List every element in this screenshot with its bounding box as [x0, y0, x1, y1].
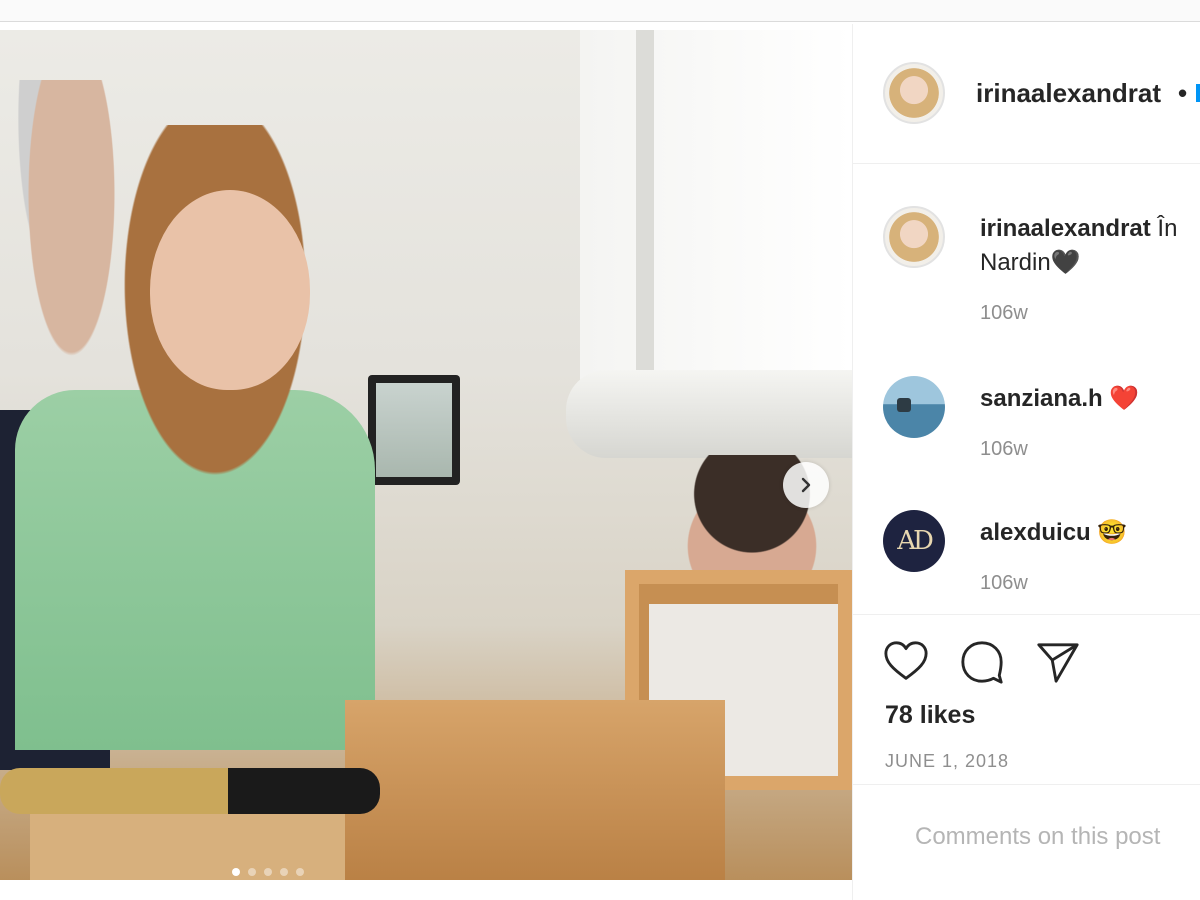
- follow-button[interactable]: [1196, 84, 1200, 102]
- comment-text: sanziana.h ❤️: [980, 382, 1139, 416]
- photo-box-front: [345, 700, 725, 880]
- comment-body: ❤️: [1109, 385, 1140, 412]
- carousel-dot: [296, 868, 304, 876]
- carousel-dot: [264, 868, 272, 876]
- carousel-dot: [232, 868, 240, 876]
- commenter-username[interactable]: alexduicu: [980, 519, 1091, 546]
- photo-window-frame: [636, 30, 654, 390]
- carousel-dot: [248, 868, 256, 876]
- commenter-username[interactable]: sanziana.h: [980, 385, 1103, 412]
- chevron-right-icon: [801, 477, 811, 493]
- comment-time[interactable]: 106w: [980, 438, 1028, 461]
- commenter-avatar[interactable]: [883, 376, 945, 438]
- photo-woman-face: [150, 190, 310, 390]
- author-avatar[interactable]: [883, 62, 945, 124]
- comment-text: irinaalexandrat În Nardin🖤: [980, 212, 1177, 280]
- photo-monitor: [368, 375, 460, 485]
- action-icons: [883, 639, 1081, 685]
- photo-pen: [0, 768, 380, 814]
- commenter-username[interactable]: irinaalexandrat: [980, 215, 1151, 242]
- photo-desk: [30, 810, 360, 880]
- post-date: JUNE 1, 2018: [885, 751, 1010, 771]
- photo-lamp: [566, 370, 852, 458]
- comment-placeholder[interactable]: Comments on this post: [915, 823, 1160, 851]
- comment-time[interactable]: 106w: [980, 302, 1028, 325]
- comment-text: alexduicu 🤓: [980, 516, 1127, 550]
- post-photo[interactable]: [0, 30, 852, 880]
- browser-top-strip: [0, 0, 1200, 22]
- author-username[interactable]: irinaalexandrat: [976, 78, 1161, 109]
- comment-body: În: [1157, 215, 1178, 242]
- post-header: irinaalexandrat •: [853, 24, 1200, 164]
- avatar-monogram: AD: [897, 526, 934, 556]
- carousel-dot: [280, 868, 288, 876]
- paper-plane-icon[interactable]: [1035, 639, 1081, 685]
- comments-list: irinaalexandrat În Nardin🖤 106w sanziana…: [853, 164, 1200, 614]
- comment-body-line2: Nardin🖤: [980, 249, 1081, 276]
- comment-time[interactable]: 106w: [980, 572, 1028, 595]
- commenter-avatar[interactable]: AD: [883, 510, 945, 572]
- comment-bubble-icon[interactable]: [959, 639, 1005, 685]
- carousel-next-button[interactable]: [783, 462, 829, 508]
- post-sidebar: irinaalexandrat • irinaalexandrat În Nar…: [852, 24, 1200, 900]
- carousel-dots: [232, 868, 304, 876]
- likes-count[interactable]: 78 likes: [885, 701, 975, 730]
- heart-icon[interactable]: [883, 639, 929, 685]
- header-separator: •: [1178, 78, 1188, 108]
- photo-window: [580, 30, 852, 390]
- comment-input-area[interactable]: Comments on this post: [853, 784, 1200, 900]
- commenter-avatar[interactable]: [883, 206, 945, 268]
- comment-body: 🤓: [1097, 519, 1128, 546]
